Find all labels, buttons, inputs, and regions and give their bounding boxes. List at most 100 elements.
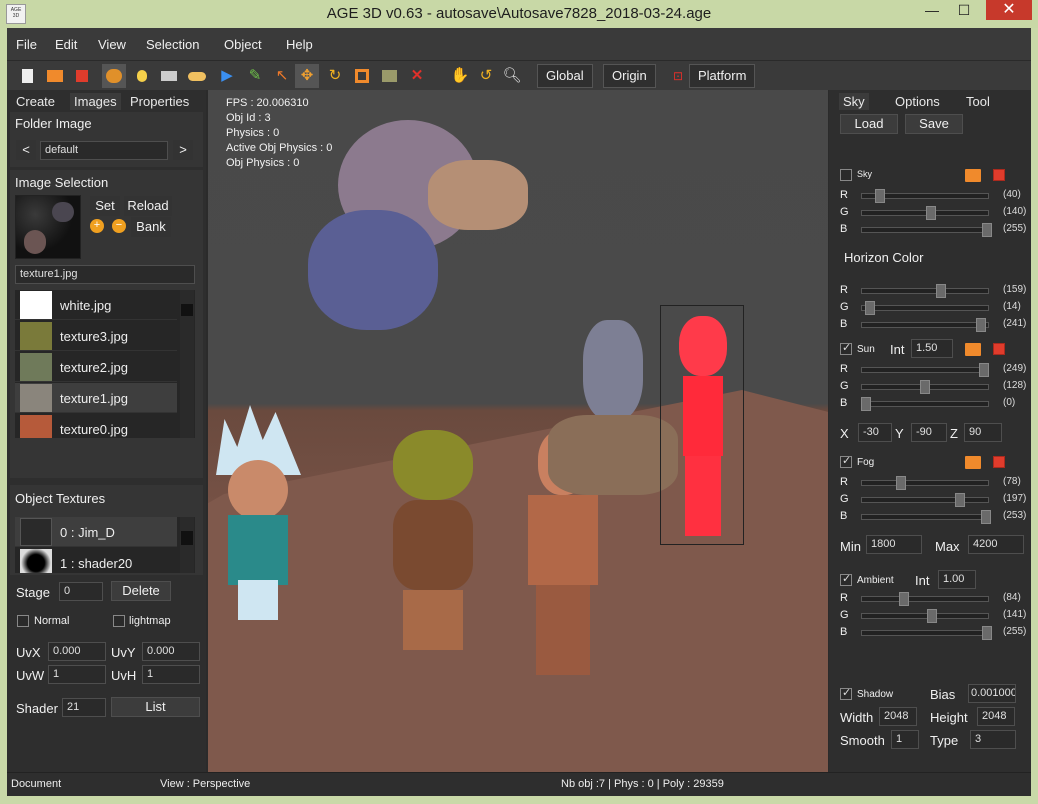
terrain-icon[interactable] [377, 64, 401, 88]
sky-g-slider[interactable] [861, 206, 989, 220]
slider-knob[interactable] [861, 397, 871, 411]
character-icon[interactable] [102, 64, 126, 88]
platform-icon[interactable]: ⊡ [666, 64, 690, 88]
remove-image-icon[interactable]: − [112, 219, 126, 233]
slider-knob[interactable] [875, 189, 885, 203]
slider-knob[interactable] [982, 223, 992, 237]
fog-b-slider[interactable] [861, 510, 991, 524]
sun-folder-icon[interactable] [965, 343, 981, 356]
ambient-b-slider[interactable] [861, 626, 992, 640]
horizon-b-slider[interactable] [861, 318, 989, 332]
folder-next-button[interactable]: > [173, 140, 193, 160]
list-item[interactable]: 1 : shader20 [15, 548, 177, 573]
bank-button[interactable]: Bank [131, 217, 171, 237]
normal-checkbox[interactable] [17, 615, 29, 627]
lightmap-checkbox[interactable] [113, 615, 125, 627]
sun-y-field[interactable]: -90 [911, 423, 947, 442]
sun-g-slider[interactable] [861, 380, 989, 394]
uvx-field[interactable]: 0.000 [48, 642, 106, 661]
current-texture-field[interactable]: texture1.jpg [15, 265, 195, 284]
ambient-g-slider[interactable] [861, 609, 989, 623]
list-item[interactable]: white.jpg [15, 290, 177, 320]
tab-sky[interactable]: Sky [839, 93, 869, 110]
sky-save-icon[interactable] [993, 169, 1005, 181]
slider-knob[interactable] [920, 380, 930, 394]
texture-list-scrollbar[interactable] [180, 517, 194, 573]
sun-save-icon[interactable] [993, 343, 1005, 355]
list-item[interactable]: texture3.jpg [15, 321, 177, 351]
fog-save-icon[interactable] [993, 456, 1005, 468]
scrollbar-thumb[interactable] [181, 531, 193, 545]
flying-creature-model[interactable] [268, 100, 528, 350]
open-folder-icon[interactable] [43, 64, 67, 88]
slider-knob[interactable] [926, 206, 936, 220]
list-button[interactable]: List [111, 697, 200, 717]
slider-knob[interactable] [936, 284, 946, 298]
zoom-icon[interactable]: 🔍︎ [500, 64, 524, 88]
shadow-bias-field[interactable]: 0.001000 [968, 684, 1016, 703]
sun-checkbox[interactable] [840, 341, 852, 355]
image-list-scrollbar[interactable] [180, 290, 194, 438]
hand-icon[interactable]: ✋ [448, 64, 472, 88]
move-icon[interactable]: ✥ [295, 64, 319, 88]
scale-icon[interactable] [350, 64, 374, 88]
horizon-r-slider[interactable] [861, 284, 989, 298]
selected-red-character-model[interactable] [660, 305, 744, 545]
light-bulb-icon[interactable] [130, 64, 154, 88]
fog-r-slider[interactable] [861, 476, 989, 490]
sky-checkbox[interactable] [840, 169, 852, 181]
slider-knob[interactable] [865, 301, 875, 315]
ambient-int-field[interactable]: 1.00 [938, 570, 976, 589]
goblin-character-model[interactable] [368, 430, 498, 660]
minimize-button[interactable]: — [918, 0, 946, 20]
new-file-icon[interactable] [15, 64, 39, 88]
sky-r-slider[interactable] [861, 189, 989, 203]
add-image-icon[interactable]: + [90, 219, 104, 233]
uvh-field[interactable]: 1 [142, 665, 200, 684]
slider-knob[interactable] [982, 626, 992, 640]
tab-options[interactable]: Options [895, 94, 940, 109]
shader-field[interactable]: 21 [62, 698, 106, 717]
shadow-width-field[interactable]: 2048 [879, 707, 917, 726]
platform-button[interactable]: Platform [689, 64, 756, 88]
fog-folder-icon[interactable] [965, 456, 981, 469]
shadow-type-field[interactable]: 3 [970, 730, 1016, 749]
stage-field[interactable]: 0 [59, 582, 103, 601]
sun-x-field[interactable]: -30 [858, 423, 892, 442]
3d-viewport[interactable]: FPS : 20.006310 Obj Id : 3 Physics : 0 A… [208, 90, 828, 772]
fog-checkbox[interactable] [840, 454, 852, 468]
delete-button[interactable]: Delete [111, 581, 171, 601]
uvy-field[interactable]: 0.000 [142, 642, 200, 661]
ambient-r-slider[interactable] [861, 592, 989, 606]
pencil-icon[interactable]: ✎ [243, 64, 267, 88]
close-button[interactable]: ✕ [986, 0, 1032, 20]
slider-knob[interactable] [896, 476, 906, 490]
save-button[interactable]: Save [905, 114, 963, 134]
sky-b-slider[interactable] [861, 223, 992, 237]
menu-help[interactable]: Help [286, 37, 313, 52]
folder-image-field[interactable]: default [40, 141, 168, 160]
folder-prev-button[interactable]: < [16, 140, 36, 160]
sun-z-field[interactable]: 90 [964, 423, 1002, 442]
play-icon[interactable]: ▶ [215, 64, 239, 88]
menu-selection[interactable]: Selection [146, 37, 199, 52]
scrollbar-thumb[interactable] [181, 304, 193, 316]
sun-r-slider[interactable] [861, 363, 989, 377]
tab-tool[interactable]: Tool [966, 94, 990, 109]
list-item[interactable]: 0 : Jim_D [15, 517, 177, 547]
cloud-icon[interactable] [185, 64, 209, 88]
slider-knob[interactable] [899, 592, 909, 606]
undo-icon[interactable]: ↺ [474, 64, 498, 88]
tab-images[interactable]: Images [70, 93, 121, 110]
reload-button[interactable]: Reload [124, 196, 172, 216]
list-item[interactable]: texture1.jpg [15, 383, 177, 413]
origin-button[interactable]: Origin [603, 64, 656, 88]
uvw-field[interactable]: 1 [48, 665, 106, 684]
fog-max-field[interactable]: 4200 [968, 535, 1024, 554]
shadow-smooth-field[interactable]: 1 [891, 730, 919, 749]
camera-icon[interactable] [157, 64, 181, 88]
sun-b-slider[interactable] [861, 397, 989, 411]
delete-icon[interactable]: ✕ [405, 64, 429, 88]
fog-g-slider[interactable] [861, 493, 989, 507]
maximize-button[interactable]: ☐ [950, 0, 978, 20]
